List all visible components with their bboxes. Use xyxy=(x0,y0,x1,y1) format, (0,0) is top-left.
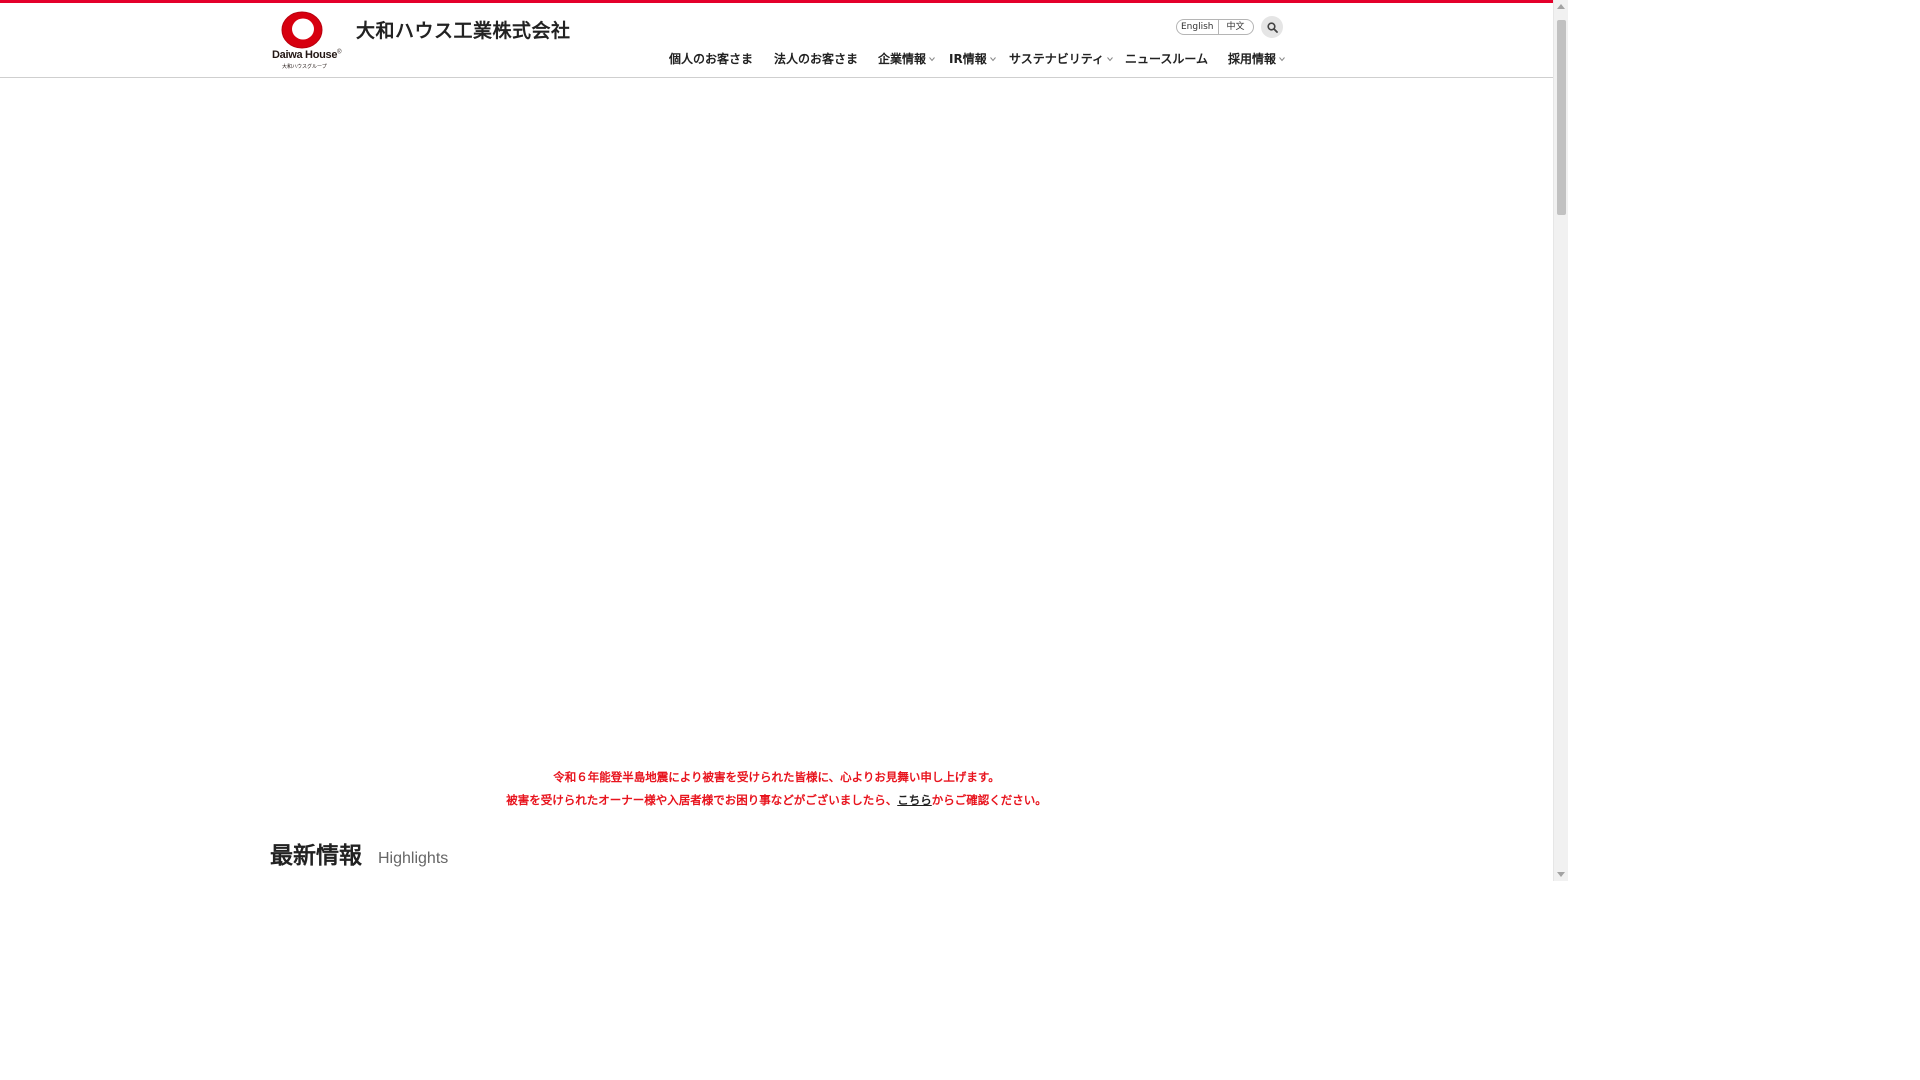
nav-item-sustainability[interactable]: サステナビリティ xyxy=(1009,49,1114,71)
scroll-up-icon[interactable] xyxy=(1557,4,1565,9)
nav-item-label: IR情報 xyxy=(949,52,987,66)
nav-item-recruit[interactable]: 採用情報 xyxy=(1228,49,1286,71)
chevron-down-icon xyxy=(1279,56,1285,61)
nav-item-label: サステナビリティ xyxy=(1009,52,1105,66)
site-header: Daiwa House® 大和ハウスグループ 大和ハウス工業株式会社 Engli… xyxy=(0,3,1553,78)
chevron-down-icon xyxy=(1107,56,1113,61)
nav-item-ir[interactable]: IR情報 xyxy=(949,49,997,71)
highlights-title-en: Highlights xyxy=(378,850,449,867)
nav-item-personal[interactable]: 個人のお客さま xyxy=(669,49,753,71)
global-nav: 個人のお客さま 法人のお客さま 企業情報 IR情報 サステナビリティ ニュースル… xyxy=(0,49,1553,71)
notice-line-2: 被害を受けられたオーナー様や入居者様でお困り事などがございましたら、こちらからご… xyxy=(506,793,1047,807)
nav-item-newsroom[interactable]: ニュースルーム xyxy=(1125,49,1208,71)
nav-item-corporate-customers[interactable]: 法人のお客さま xyxy=(774,49,858,71)
lang-english-link[interactable]: English xyxy=(1177,20,1219,34)
nav-item-label: ニュースルーム xyxy=(1125,52,1209,66)
nav-item-label: 採用情報 xyxy=(1228,52,1277,66)
lang-chinese-link[interactable]: 中文 xyxy=(1219,20,1253,34)
language-switch: English 中文 xyxy=(1176,19,1254,35)
page-scrollbar[interactable] xyxy=(1553,0,1568,881)
nav-item-label: 個人のお客さま xyxy=(669,52,754,66)
company-name: 大和ハウス工業株式会社 xyxy=(356,20,571,42)
scroll-down-icon[interactable] xyxy=(1557,872,1565,877)
highlights-title-ja: 最新情報 xyxy=(270,843,362,869)
nav-item-company-info[interactable]: 企業情報 xyxy=(878,49,936,71)
chevron-down-icon xyxy=(989,56,996,61)
chevron-down-icon xyxy=(929,56,935,61)
scrollbar-thumb[interactable] xyxy=(1557,20,1566,215)
earthquake-notice: 令和６年能登半島地震により被害を受けられた皆様に、心よりお見舞い申し上げます。 … xyxy=(0,766,1553,812)
hero-area xyxy=(0,79,1553,759)
search-icon xyxy=(1266,21,1278,33)
nav-item-label: 企業情報 xyxy=(878,52,927,66)
nav-item-label: 法人のお客さま xyxy=(774,52,859,66)
logo-ring-icon xyxy=(281,11,323,49)
highlights-heading: 最新情報 Highlights xyxy=(270,836,448,870)
notice-link[interactable]: こちら xyxy=(897,793,932,807)
search-button[interactable] xyxy=(1261,16,1283,38)
notice-line-1: 令和６年能登半島地震により被害を受けられた皆様に、心よりお見舞い申し上げます。 xyxy=(553,770,1000,784)
